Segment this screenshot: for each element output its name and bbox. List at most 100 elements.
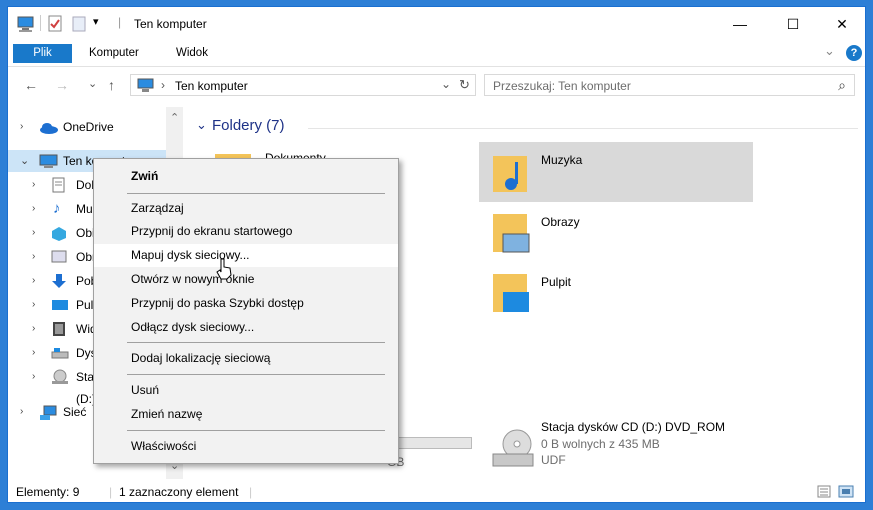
expand-chevron-icon[interactable]: › [32,342,35,364]
title-divider: | [118,15,122,29]
ribbon-collapse-icon[interactable]: ⌄ [824,43,835,59]
computer-icon [17,16,34,32]
expand-chevron-icon[interactable]: › [32,366,35,388]
context-menu: Zwiń Zarządzaj Przypnij do ekranu starto… [93,158,399,464]
sidebar-item-label: Sieć [63,405,87,419]
search-input[interactable]: Przeszukaj: Ten komputer ⌕ [484,74,855,96]
qa-divider [40,15,41,31]
drive-space: 0 B wolnych z 435 MB [541,437,660,451]
address-dropdown-icon[interactable]: ⌄ [441,77,451,91]
group-title[interactable]: Foldery (7) [212,117,285,134]
forward-button[interactable]: → [55,77,69,93]
sidebar-item-onedrive[interactable]: › OneDrive [8,116,183,138]
help-icon[interactable]: ? [846,45,862,61]
folder-tile-obrazy[interactable]: Obrazy [479,204,753,264]
menu-separator [127,342,385,343]
expand-chevron-icon[interactable]: › [32,174,35,196]
ribbon-tabs: Plik Komputer Widok ⌄ ? [8,41,865,65]
expand-chevron-icon[interactable]: › [32,318,35,340]
details-view-icon[interactable] [817,485,831,498]
pictures-folder-icon [493,214,530,253]
search-placeholder: Przeszukaj: Ten komputer [493,79,631,93]
menu-item-usun[interactable]: Usuń [94,379,398,402]
music-icon: ♪ [53,200,61,217]
documents-icon [52,177,65,193]
status-divider: | [109,485,113,499]
back-button[interactable]: ← [24,77,38,93]
menu-item-dodaj-lokalizacje[interactable]: Dodaj lokalizację sieciową [94,347,398,370]
expand-chevron-icon[interactable]: › [32,222,35,244]
scroll-up-icon[interactable]: ⌃ [170,111,179,124]
menu-item-wlasciwosci[interactable]: Właściwości [94,435,398,458]
maximize-button[interactable]: ☐ [770,7,816,41]
hand-cursor-icon [216,258,232,280]
menu-item-zwin[interactable]: Zwiń [94,165,398,188]
expand-chevron-icon[interactable]: › [20,401,23,423]
menu-item-przypnij-szybki-dostep[interactable]: Przypnij do paska Szybki dostęp [94,292,398,315]
close-button[interactable]: ✕ [819,7,865,41]
breadcrumb-separator: › [161,78,165,92]
item-count: Elementy: 9 [16,485,80,499]
properties-icon[interactable] [47,15,63,33]
expand-chevron-icon[interactable]: › [32,198,35,220]
cd-drive-icon [492,429,534,467]
expand-chevron-icon[interactable]: › [20,116,23,138]
window-title: Ten komputer [134,17,207,31]
menu-item-zmien-nazwe[interactable]: Zmień nazwę [94,403,398,426]
large-icons-view-icon[interactable] [838,485,854,498]
expand-chevron-icon[interactable]: › [32,270,35,292]
3d-objects-icon [52,227,66,241]
folder-label: Pulpit [541,275,572,289]
folder-tile-muzyka[interactable]: Muzyka [479,142,753,202]
computer-icon [39,154,58,168]
drive-name: Stacja dysków CD (D:) DVD_ROM [541,420,726,434]
refresh-icon[interactable]: ↻ [459,77,470,93]
videos-icon [53,322,65,336]
downloads-icon [52,274,66,288]
recent-locations-button[interactable]: ⌄ [88,77,97,90]
menu-item-przypnij-start[interactable]: Przypnij do ekranu startowego [94,220,398,243]
drive-icon [51,348,69,359]
expand-chevron-icon[interactable]: › [32,246,35,268]
computer-icon [137,78,154,92]
desktop-folder-icon [493,274,529,312]
menu-separator [127,430,385,431]
breadcrumb-ten-komputer[interactable]: Ten komputer [175,79,248,93]
folder-label: Obrazy [541,215,580,229]
expand-chevron-icon[interactable]: › [32,294,35,316]
menu-item-odlacz-dysk[interactable]: Odłącz dysk sieciowy... [94,316,398,339]
menu-item-otworz-nowe-okno[interactable]: Otwórz w nowym oknie [94,268,398,291]
selection-count: 1 zaznaczony element [119,485,239,499]
up-button[interactable]: ↑ [108,77,115,93]
menu-item-mapuj-dysk[interactable]: Mapuj dysk sieciowy... [94,244,398,267]
ribbon-divider [8,66,865,67]
tab-komputer[interactable]: Komputer [89,44,139,63]
drive-filesystem: UDF [541,453,566,467]
title-bar: ▾ | Ten komputer — ☐ ✕ [8,7,865,41]
cloud-icon [40,123,58,134]
group-collapse-icon[interactable]: ⌄ [196,117,207,133]
collapse-chevron-icon[interactable]: ⌄ [20,150,29,172]
status-divider: | [249,485,253,499]
menu-separator [127,374,385,375]
desktop-icon [52,300,68,310]
tab-widok[interactable]: Widok [176,44,208,63]
drive-c-usage-bar [398,437,472,449]
new-folder-icon[interactable] [71,15,87,33]
address-bar[interactable]: › Ten komputer ⌄ ↻ [130,74,476,96]
search-icon[interactable]: ⌕ [838,77,846,94]
tab-plik[interactable]: Plik [13,44,72,63]
folder-tile-pulpit[interactable]: Pulpit [479,264,753,324]
pictures-icon [51,250,67,263]
drive-tile-cd[interactable]: Stacja dysków CD (D:) DVD_ROM 0 B wolnyc… [479,412,753,478]
minimize-button[interactable]: — [717,7,763,41]
status-bar: Elementy: 9 | 1 zaznaczony element | [8,480,865,502]
menu-separator [127,193,385,194]
cd-drive-icon [52,369,68,384]
folder-label: Muzyka [541,153,583,167]
file-explorer-window: ▾ | Ten komputer — ☐ ✕ Plik Komputer Wid… [7,6,866,503]
sidebar-item-label: OneDrive [63,120,114,134]
qa-dropdown[interactable]: ▾ [93,15,99,33]
menu-item-zarzadzaj[interactable]: Zarządzaj [94,197,398,220]
network-icon [40,405,57,420]
